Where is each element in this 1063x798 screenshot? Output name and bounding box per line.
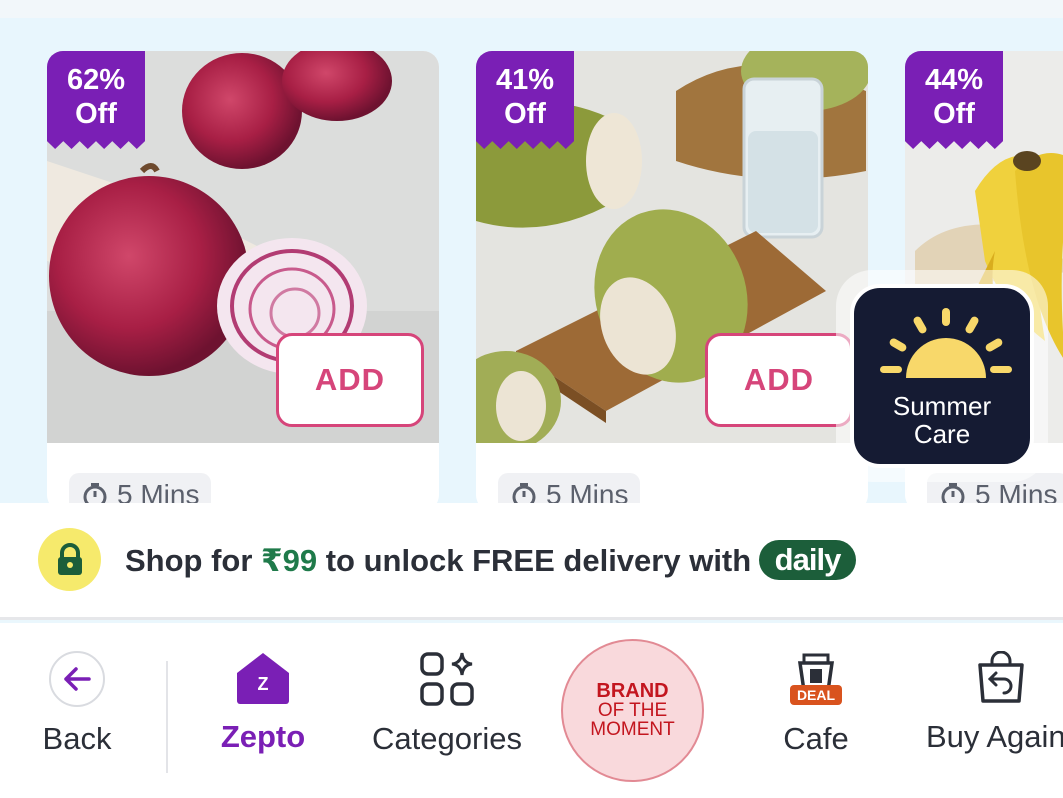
zepto-icon-letter: Z — [258, 674, 269, 694]
nav-categories-label: Categories — [372, 721, 522, 756]
brand-line1: BRAND — [596, 680, 669, 702]
nav-back-label: Back — [42, 721, 112, 756]
lock-icon — [38, 528, 101, 591]
nav-cafe-label: Cafe — [783, 721, 849, 756]
eta-text: 5 Mins — [975, 479, 1058, 503]
delivery-eta: 5 Mins — [498, 473, 641, 503]
bottom-navigation: Back Z Zepto Categories BRAND OF THE MOM… — [0, 623, 1063, 798]
add-button[interactable]: ADD — [276, 333, 424, 427]
cafe-cup-icon: DEAL — [790, 653, 842, 705]
discount-unit: Off — [504, 98, 546, 130]
product-card-onion[interactable]: 62% Off ADD 5 Mins — [47, 51, 439, 503]
summer-care-line1: Summer — [892, 391, 992, 421]
shopping-bag-icon — [978, 651, 1024, 703]
free-delivery-amount: ₹99 — [261, 543, 318, 578]
eta-text: 5 Mins — [117, 479, 200, 503]
add-button[interactable]: ADD — [705, 333, 853, 427]
discount-ribbon: 41% Off — [476, 51, 574, 149]
nav-categories[interactable]: Categories — [366, 651, 528, 757]
free-delivery-suffix: to unlock FREE delivery with — [317, 543, 752, 578]
discount-ribbon: 62% Off — [47, 51, 145, 149]
sun-icon — [880, 308, 1012, 378]
nav-zepto-label: Zepto — [220, 719, 306, 754]
discount-unit: Off — [933, 98, 975, 130]
nav-buy-again-label: Buy Again — [926, 719, 1063, 754]
zepto-home-icon: Z — [237, 653, 289, 704]
stopwatch-icon — [941, 483, 965, 503]
free-delivery-text: Shop for ₹99 to unlock FREE delivery wit… — [125, 543, 751, 579]
summer-care-tile[interactable]: Summer Care — [850, 284, 1034, 468]
nav-divider — [166, 661, 168, 773]
free-delivery-banner[interactable]: Shop for ₹99 to unlock FREE delivery wit… — [0, 503, 1063, 620]
nav-cafe[interactable]: DEAL Cafe — [776, 651, 856, 757]
free-delivery-prefix: Shop for — [125, 543, 262, 578]
discount-ribbon: 44% Off — [905, 51, 1003, 149]
nav-buy-again[interactable]: Buy Again — [926, 651, 1063, 755]
discount-value: 44% — [924, 64, 984, 96]
product-card-coconut[interactable]: 41% Off ADD 5 Mins — [476, 51, 868, 503]
cafe-deal-badge: DEAL — [797, 687, 836, 703]
nav-back[interactable]: Back — [37, 651, 117, 757]
back-arrow-icon — [49, 651, 105, 707]
brand-line3: MOMENT — [590, 719, 675, 740]
summer-care-line2: Care — [913, 419, 971, 449]
discount-unit: Off — [75, 98, 117, 130]
discount-value: 62% — [66, 64, 126, 96]
brand-line2: OF THE — [597, 700, 668, 721]
daily-badge: daily — [759, 540, 856, 580]
nav-zepto[interactable]: Z Zepto — [213, 651, 313, 755]
summer-care-widget[interactable]: Summer Care — [836, 270, 1048, 482]
stopwatch-icon — [512, 483, 536, 503]
stopwatch-icon — [83, 483, 107, 503]
brand-of-the-moment-button[interactable]: BRAND OF THE MOMENT — [561, 639, 704, 782]
categories-grid-icon — [420, 652, 474, 706]
product-carousel[interactable]: 62% Off ADD 5 Mins 41% Off ADD 5 Mins 44… — [0, 18, 1063, 503]
top-strip — [0, 0, 1063, 18]
eta-text: 5 Mins — [546, 479, 629, 503]
delivery-eta: 5 Mins — [69, 473, 212, 503]
discount-value: 41% — [495, 64, 555, 96]
